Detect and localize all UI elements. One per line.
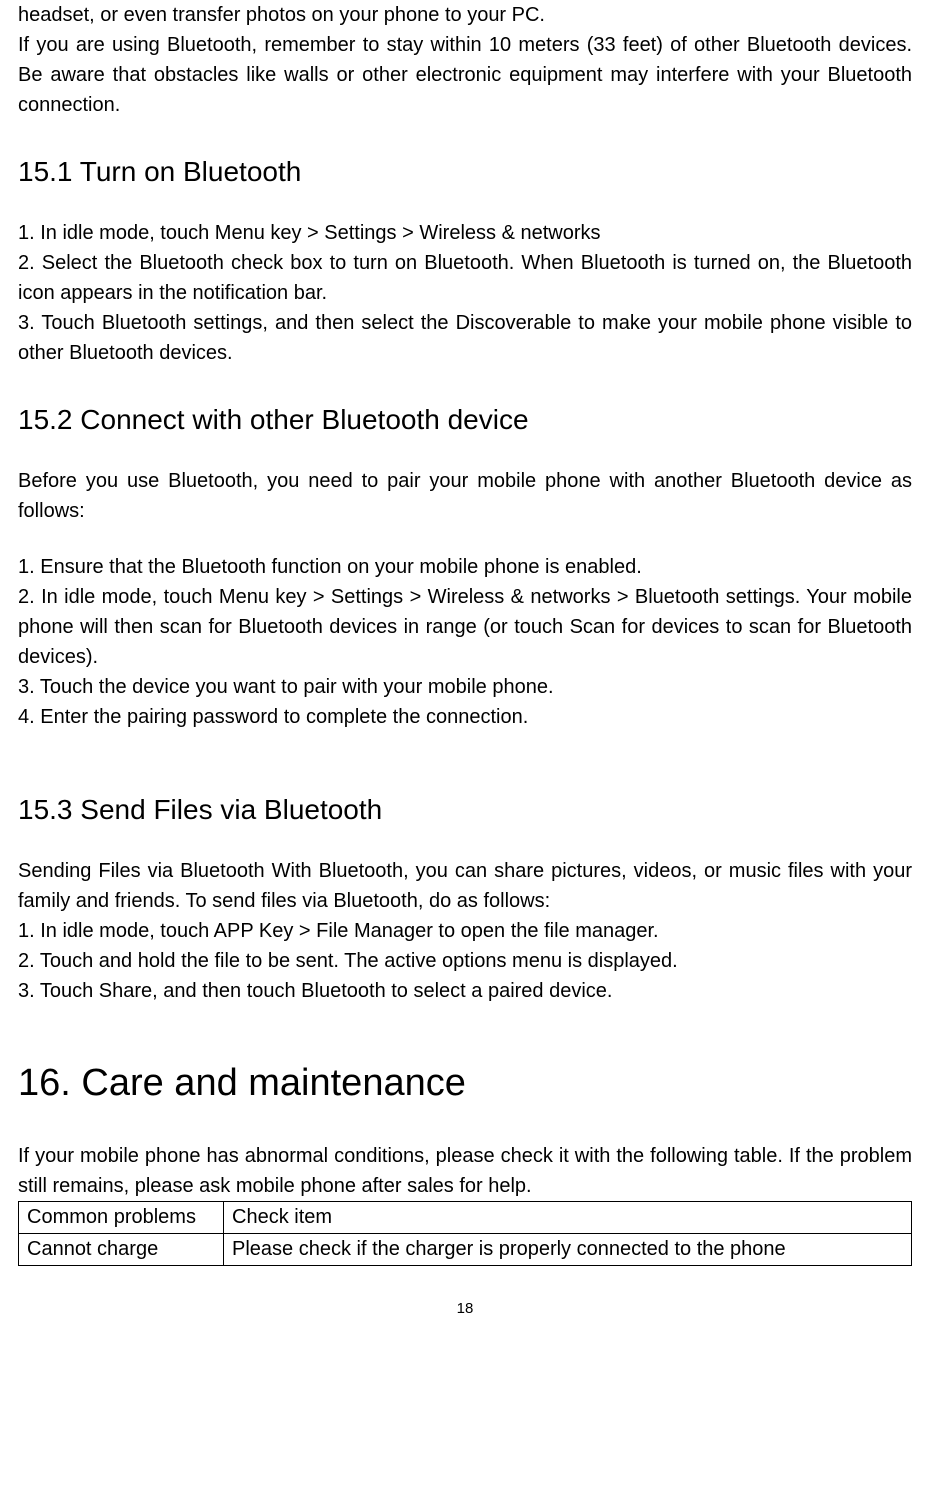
heading-16: 16. Care and maintenance (18, 1062, 912, 1105)
page-number: 18 (18, 1300, 912, 1317)
step-15-3-1: 1. In idle mode, touch APP Key > File Ma… (18, 916, 912, 946)
intro-paragraph-continued: headset, or even transfer photos on your… (18, 0, 912, 30)
table-header-col1: Common problems (19, 1202, 224, 1234)
table-cell-problem: Cannot charge (19, 1234, 224, 1266)
heading-15-2: 15.2 Connect with other Bluetooth device (18, 404, 912, 436)
step-15-3-3: 3. Touch Share, and then touch Bluetooth… (18, 976, 912, 1006)
table-row: Cannot charge Please check if the charge… (19, 1234, 912, 1266)
table-header-col2: Check item (224, 1202, 912, 1234)
step-15-3-2: 2. Touch and hold the file to be sent. T… (18, 946, 912, 976)
spacer (18, 732, 912, 758)
troubleshoot-table: Common problems Check item Cannot charge… (18, 1201, 912, 1266)
heading-15-3: 15.3 Send Files via Bluetooth (18, 794, 912, 826)
step-15-1-2: 2. Select the Bluetooth check box to tur… (18, 248, 912, 308)
step-15-2-2: 2. In idle mode, touch Menu key > Settin… (18, 582, 912, 672)
step-15-1-1: 1. In idle mode, touch Menu key > Settin… (18, 218, 912, 248)
heading-15-1: 15.1 Turn on Bluetooth (18, 156, 912, 188)
intro-16: If your mobile phone has abnormal condit… (18, 1141, 912, 1201)
step-15-2-3: 3. Touch the device you want to pair wit… (18, 672, 912, 702)
spacer (18, 526, 912, 552)
step-15-2-1: 1. Ensure that the Bluetooth function on… (18, 552, 912, 582)
step-15-2-4: 4. Enter the pairing password to complet… (18, 702, 912, 732)
intro-15-3: Sending Files via Bluetooth With Bluetoo… (18, 856, 912, 916)
intro-paragraph-range: If you are using Bluetooth, remember to … (18, 30, 912, 120)
step-15-1-3: 3. Touch Bluetooth settings, and then se… (18, 308, 912, 368)
table-row: Common problems Check item (19, 1202, 912, 1234)
intro-15-2: Before you use Bluetooth, you need to pa… (18, 466, 912, 526)
document-page: headset, or even transfer photos on your… (0, 0, 930, 1357)
table-cell-check: Please check if the charger is properly … (224, 1234, 912, 1266)
